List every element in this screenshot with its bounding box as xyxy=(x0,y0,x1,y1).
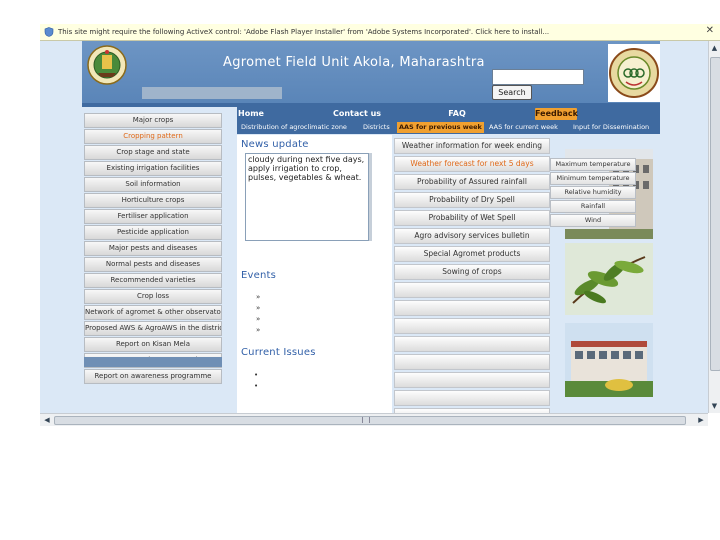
sidebar-item[interactable]: Normal pests and diseases xyxy=(84,257,222,272)
tab-faq[interactable]: FAQ xyxy=(445,108,469,120)
weather-menu-item[interactable]: Probability of Assured rainfall xyxy=(394,174,550,190)
tab-contact-us[interactable]: Contact us xyxy=(332,108,382,120)
sidebar-item[interactable]: Network of agromet & other observatories xyxy=(84,305,222,320)
issues-bullet: • xyxy=(254,382,259,390)
sidebar-item[interactable]: Horticulture crops xyxy=(84,193,222,208)
info-bar-message: This site might require the following Ac… xyxy=(58,28,550,36)
news-scrollbar[interactable] xyxy=(369,153,372,241)
subtab-input-dissemination[interactable]: Input for Dissemination xyxy=(573,122,649,133)
hscroll-thumb[interactable] xyxy=(54,416,686,425)
sidebar-item[interactable]: Major crops xyxy=(84,113,222,128)
weather-menu-item[interactable] xyxy=(394,372,550,388)
events-bullet: » xyxy=(256,293,261,301)
forecast-dropdown-item[interactable]: Rainfall xyxy=(550,200,636,213)
events-bullet: » xyxy=(256,326,261,334)
scroll-down-icon[interactable]: ▼ xyxy=(710,400,719,412)
sidebar-item[interactable]: Existing irrigation facilities xyxy=(84,161,222,176)
sidebar-item[interactable]: Report on Kisan Mela xyxy=(84,337,222,352)
institute-photo-icon xyxy=(565,323,653,397)
horizontal-scrollbar[interactable]: ◀ ▶ xyxy=(40,413,708,426)
news-ticker: cloudy during next five days, apply irri… xyxy=(245,153,369,241)
scroll-thumb[interactable] xyxy=(710,57,720,371)
left-nav-footer xyxy=(84,357,222,367)
tab-feedback[interactable]: Feedback xyxy=(535,108,578,120)
issues-bullet: • xyxy=(254,371,259,379)
weather-menu-item[interactable]: Weather forecast for next 5 days xyxy=(394,156,550,172)
events-bullet: » xyxy=(256,315,261,323)
sidebar-item[interactable]: Crop stage and state xyxy=(84,145,222,160)
subtab-aas-previous-week[interactable]: AAS for previous week xyxy=(397,122,484,133)
activex-info-bar[interactable]: This site might require the following Ac… xyxy=(40,24,720,41)
forecast-dropdown-item[interactable]: Wind xyxy=(550,214,636,227)
subtab-agroclimatic-zone[interactable]: Distribution of agroclimatic zone xyxy=(241,122,347,133)
sidebar-item[interactable]: Proposed AWS & AgroAWS in the districts xyxy=(84,321,222,336)
sidebar-item[interactable]: Report on awareness programme xyxy=(84,369,222,384)
sidebar-item[interactable]: Crop loss xyxy=(84,289,222,304)
current-issues-title: Current Issues xyxy=(241,347,316,358)
forecast-dropdown: Maximum temperature Minimum temperature Re… xyxy=(550,158,636,228)
university-logo-icon xyxy=(608,44,660,102)
sidebar-item[interactable]: Soil information xyxy=(84,177,222,192)
grip-icon xyxy=(362,417,370,423)
subtab-districts[interactable]: Districts xyxy=(363,122,390,133)
news-update-title: News update xyxy=(241,139,309,150)
header-decor-bar xyxy=(142,87,282,99)
events-title: Events xyxy=(241,270,277,281)
sidebar-item[interactable]: Major pests and diseases xyxy=(84,241,222,256)
forecast-dropdown-item[interactable]: Minimum temperature xyxy=(550,172,636,185)
sidebar-item[interactable]: Pesticide application xyxy=(84,225,222,240)
weather-menu-item[interactable] xyxy=(394,390,550,406)
sidebar-item[interactable]: Recommended varieties xyxy=(84,273,222,288)
emblem-logo-icon xyxy=(87,45,127,85)
weather-menu-item[interactable] xyxy=(394,300,550,316)
vertical-scrollbar[interactable]: ▲ ▼ xyxy=(708,41,720,413)
sub-nav: Distribution of agroclimatic zone Distri… xyxy=(237,121,660,134)
weather-menu-item[interactable]: Probability of Dry Spell xyxy=(394,192,550,208)
left-nav: Major crops Cropping pattern Crop stage an… xyxy=(84,113,222,385)
forecast-dropdown-item[interactable]: Relative humidity xyxy=(550,186,636,199)
tab-home[interactable]: Home xyxy=(237,108,265,120)
weather-menu: Weather information for week ending Weath… xyxy=(394,138,550,413)
scroll-right-icon[interactable]: ▶ xyxy=(695,414,707,426)
weather-menu-item[interactable] xyxy=(394,336,550,352)
sidebar-item[interactable]: Fertiliser application xyxy=(84,209,222,224)
close-icon[interactable]: ✕ xyxy=(706,25,714,36)
weather-menu-item[interactable]: Sowing of crops xyxy=(394,264,550,280)
sidebar-item[interactable]: Cropping pattern xyxy=(84,129,222,144)
search-button[interactable]: Search xyxy=(492,85,532,100)
weather-menu-item[interactable] xyxy=(394,282,550,298)
search-input[interactable] xyxy=(492,69,584,85)
browser-viewport: Agromet Field Unit Akola, Maharashtra Se… xyxy=(40,41,708,413)
weather-menu-item[interactable]: Weather information for week ending xyxy=(394,138,550,154)
weather-menu-item[interactable]: Probability of Wet Spell xyxy=(394,210,550,226)
weather-menu-item[interactable]: Special Agromet products xyxy=(394,246,550,262)
weather-menu-item[interactable]: Agro advisory services bulletin xyxy=(394,228,550,244)
subtab-aas-current-week[interactable]: AAS for current week xyxy=(489,122,558,133)
weather-menu-item[interactable] xyxy=(394,318,550,334)
top-nav: Home Contact us FAQ Feedback xyxy=(237,107,660,121)
leaves-photo-icon xyxy=(565,243,653,315)
scroll-up-icon[interactable]: ▲ xyxy=(710,42,719,54)
site-title: Agromet Field Unit Akola, Maharashtra xyxy=(223,55,485,70)
forecast-dropdown-item[interactable]: Maximum temperature xyxy=(550,158,636,171)
weather-menu-item[interactable] xyxy=(394,354,550,370)
events-bullet: » xyxy=(256,304,261,312)
scroll-left-icon[interactable]: ◀ xyxy=(41,414,53,426)
shield-icon xyxy=(44,27,54,37)
